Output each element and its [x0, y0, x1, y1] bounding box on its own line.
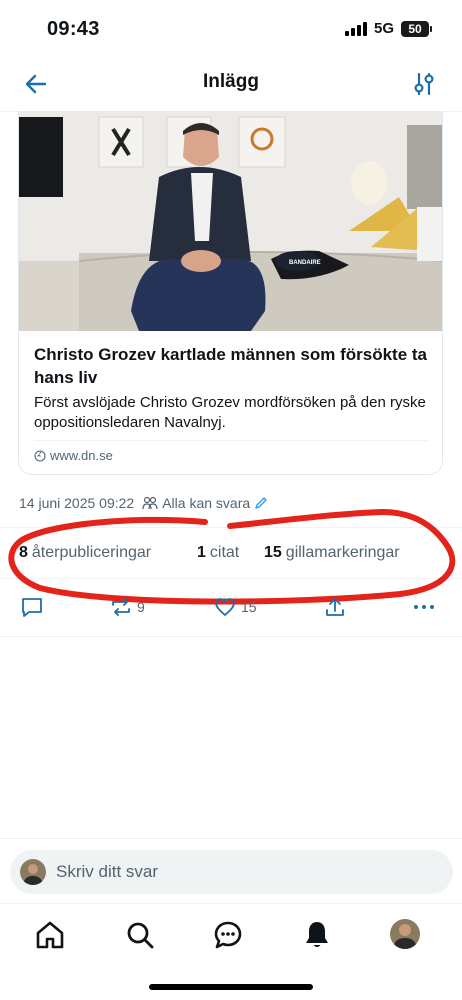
home-indicator — [149, 984, 313, 990]
user-avatar — [20, 859, 46, 885]
article-image: BANDAIRE — [19, 111, 442, 331]
card-divider — [34, 440, 428, 441]
cap-text: BANDAIRE — [289, 260, 321, 266]
share-icon — [326, 598, 344, 616]
nav-header: Inlägg — [0, 58, 462, 112]
reposts-label: återpubliceringar — [31, 544, 152, 561]
status-indicators: 5G 50 — [344, 20, 432, 37]
profile-avatar-image — [390, 919, 420, 949]
messages-icon[interactable] — [212, 919, 244, 951]
reply-setting[interactable]: Alla kan svara — [142, 495, 268, 511]
notifications-icon[interactable] — [301, 919, 333, 951]
likes-stat[interactable]: 15 gillamarkeringar — [264, 544, 400, 562]
post-timestamp: 14 juni 2025 09:22 — [19, 495, 135, 511]
link-preview-card[interactable]: BANDAIRE Christo Grozev kartlade männen … — [18, 111, 443, 475]
profile-avatar[interactable] — [390, 919, 422, 951]
like-count: 15 — [241, 599, 257, 615]
article-description: Först avslöjade Christo Grozev mordförsö… — [34, 394, 426, 431]
quotes-stat[interactable]: 1 citat — [197, 544, 239, 562]
reply-icon — [22, 598, 42, 617]
repost-icon — [112, 598, 130, 616]
like-button[interactable]: 15 — [213, 595, 257, 619]
share-button[interactable] — [323, 595, 347, 619]
heart-icon — [215, 598, 235, 616]
repost-count: 9 — [137, 599, 145, 615]
likes-count: 15 — [264, 544, 282, 561]
article-title[interactable]: Christo Grozev kartlade männen som försö… — [34, 343, 434, 389]
search-icon[interactable] — [124, 919, 156, 951]
domain-text: www.dn.se — [50, 448, 113, 463]
post-stats: 8 återpubliceringar 1 citat 15 gillamarkeri… — [0, 527, 462, 579]
more-options-button[interactable] — [412, 595, 436, 619]
likes-label: gillamarkeringar — [285, 544, 400, 561]
reply-composer: Skriv ditt svar — [0, 838, 462, 904]
people-icon — [142, 496, 158, 510]
bottom-tab-bar — [0, 905, 462, 967]
edit-pencil-icon[interactable] — [254, 496, 268, 510]
reply-placeholder: Skriv ditt svar — [56, 862, 159, 881]
battery-icon: 50 — [401, 20, 432, 37]
more-dots-icon — [414, 605, 434, 609]
reply-setting-label: Alla kan svara — [162, 495, 251, 511]
quotes-label: citat — [209, 544, 240, 561]
status-bar: 09:43 5G 50 — [0, 0, 462, 58]
link-icon — [34, 449, 46, 462]
battery-level: 50 — [401, 20, 429, 37]
sliders-icon[interactable] — [412, 70, 436, 98]
reply-button[interactable] — [20, 595, 48, 619]
repost-button[interactable]: 9 — [109, 595, 145, 619]
home-icon[interactable] — [34, 919, 66, 951]
reply-input[interactable]: Skriv ditt svar — [10, 850, 453, 894]
post-meta: 14 juni 2025 09:22 Alla kan svara — [19, 495, 268, 511]
status-time: 09:43 — [47, 18, 100, 40]
cellular-signal-icon — [344, 21, 367, 36]
network-type: 5G — [373, 20, 394, 37]
post-actions: 9 15 — [0, 589, 462, 637]
quotes-count: 1 — [197, 544, 206, 561]
page-title: Inlägg — [203, 71, 259, 92]
article-domain[interactable]: www.dn.se — [34, 448, 113, 463]
reposts-stat[interactable]: 8 återpubliceringar — [19, 544, 151, 562]
reposts-count: 8 — [19, 544, 28, 561]
